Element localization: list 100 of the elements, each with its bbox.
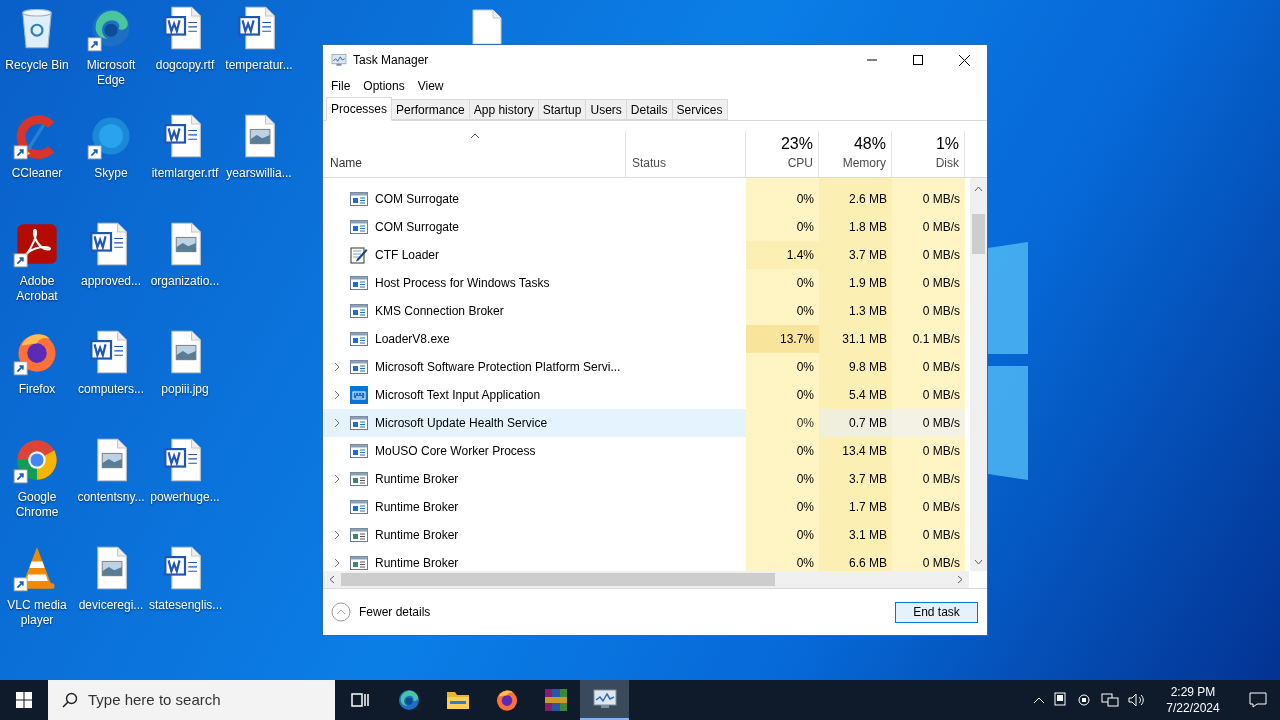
desktop-icon-label[interactable]: Microsoft Edge bbox=[75, 58, 147, 88]
table-cell: 0% bbox=[746, 409, 819, 437]
scroll-thumb[interactable] bbox=[972, 214, 985, 254]
table-cell: 0% bbox=[746, 493, 819, 521]
process-name: Microsoft Text Input Application bbox=[375, 387, 541, 404]
column-header[interactable]: Status bbox=[632, 154, 745, 172]
table-cell: 0.1 MB/s bbox=[892, 325, 965, 353]
tab[interactable]: Processes bbox=[326, 97, 393, 121]
search-field[interactable]: Type here to search bbox=[48, 680, 335, 720]
window-icon bbox=[350, 331, 368, 347]
window-icon bbox=[350, 359, 368, 375]
tab[interactable]: Users bbox=[586, 99, 627, 120]
process-row[interactable]: Runtime Broker 0% 1.7 MB 0 MB/s bbox=[323, 493, 969, 521]
clock[interactable]: 2:29 PM 7/22/2024 bbox=[1153, 684, 1233, 716]
desktop-icon-label[interactable]: statesenglis... bbox=[149, 598, 221, 613]
column-header[interactable]: Name bbox=[330, 154, 625, 172]
process-name: COM Surrogate bbox=[375, 191, 460, 208]
desktop-icon-label[interactable]: powerhuge... bbox=[149, 490, 221, 505]
sort-caret-icon bbox=[470, 133, 480, 139]
window-icon bbox=[350, 499, 368, 515]
notepad-pencil-icon bbox=[350, 246, 368, 264]
process-name: KMS Connection Broker bbox=[375, 303, 504, 320]
menu-item[interactable]: Options bbox=[358, 77, 410, 95]
fewer-details-button[interactable]: Fewer details bbox=[331, 602, 431, 622]
desktop-icon-label[interactable]: VLC media player bbox=[1, 598, 73, 628]
table-cell: 0% bbox=[746, 297, 819, 325]
desktop-icon-label[interactable]: computers... bbox=[75, 382, 147, 397]
search-input[interactable]: Type here to search bbox=[88, 688, 318, 712]
table-cell: 2.6 MB bbox=[819, 185, 892, 213]
usage-percent: 1% bbox=[935, 134, 959, 154]
column-header[interactable]: Disk bbox=[935, 154, 959, 172]
tab[interactable]: App history bbox=[469, 99, 539, 120]
desktop-icon-label[interactable]: itemlarger.rtf bbox=[149, 166, 221, 181]
desktop-icon-label[interactable]: contentsny... bbox=[75, 490, 147, 505]
process-row[interactable]: Runtime Broker 0% 3.1 MB 0 MB/s bbox=[323, 521, 969, 549]
process-row[interactable]: KMS Connection Broker 0% 1.3 MB 0 MB/s bbox=[323, 297, 969, 325]
table-cell: 3.1 MB bbox=[819, 521, 892, 549]
menu-item[interactable]: View bbox=[412, 77, 449, 95]
device-icon[interactable] bbox=[1053, 692, 1067, 708]
column-header[interactable]: Memory bbox=[842, 154, 886, 172]
table-cell: 13.7% bbox=[746, 325, 819, 353]
window-icon bbox=[350, 219, 368, 235]
desktop-icon-label[interactable]: popiii.jpg bbox=[149, 382, 221, 397]
process-row[interactable]: Runtime Broker 0% 3.7 MB 0 MB/s bbox=[323, 465, 969, 493]
network-icon[interactable] bbox=[1101, 692, 1119, 708]
desktop-icon-label[interactable]: Recycle Bin bbox=[1, 58, 73, 73]
vertical-scrollbar[interactable] bbox=[970, 178, 987, 571]
expand-chevron-icon[interactable] bbox=[333, 474, 340, 484]
table-cell: 0% bbox=[746, 269, 819, 297]
table-cell: 0 MB/s bbox=[892, 493, 965, 521]
tab[interactable]: Details bbox=[626, 99, 673, 120]
desktop-icon-label[interactable]: Google Chrome bbox=[1, 490, 73, 520]
task-manager-icon bbox=[592, 688, 617, 710]
process-row[interactable]: Microsoft Software Protection Platform Servi... 0% 9.8 MB 0 MB/s bbox=[323, 353, 969, 381]
taskbar-app-button[interactable] bbox=[580, 680, 629, 720]
expand-chevron-icon[interactable] bbox=[333, 418, 340, 428]
speaker-icon[interactable] bbox=[1127, 692, 1145, 708]
table-cell: 0 MB/s bbox=[892, 381, 965, 409]
desktop-icon-label[interactable]: CCleaner bbox=[1, 166, 73, 181]
process-row[interactable]: LoaderV8.exe 13.7% 31.1 MB 0.1 MB/s bbox=[323, 325, 969, 353]
end-task-button[interactable]: End task bbox=[895, 601, 978, 623]
table-cell: 31.1 MB bbox=[819, 325, 892, 353]
desktop-icon-label[interactable]: organizatio... bbox=[149, 274, 221, 289]
tab[interactable]: Performance bbox=[392, 99, 470, 120]
table-cell: 0 MB/s bbox=[892, 297, 965, 325]
process-row[interactable]: MoUSO Core Worker Process 0% 13.4 MB 0 MB/s bbox=[323, 437, 969, 465]
process-name: CTF Loader bbox=[375, 247, 440, 264]
menu-item[interactable]: File bbox=[326, 77, 356, 95]
desktop-icon-label[interactable]: Skype bbox=[75, 166, 147, 181]
table-cell: 9.8 MB bbox=[819, 353, 892, 381]
table-cell: 0% bbox=[746, 213, 819, 241]
process-row[interactable]: COM Surrogate 0% 1.8 MB 0 MB/s bbox=[323, 213, 969, 241]
column-header[interactable]: CPU bbox=[787, 154, 813, 172]
usage-percent: 48% bbox=[853, 134, 886, 154]
chevron-up-icon[interactable] bbox=[1033, 696, 1045, 704]
tab[interactable]: Services bbox=[672, 99, 728, 120]
process-row[interactable]: COM Surrogate 0% 2.6 MB 0 MB/s bbox=[323, 185, 969, 213]
maximize-icon bbox=[913, 55, 923, 65]
tab[interactable]: Startup bbox=[538, 99, 587, 120]
expand-chevron-icon[interactable] bbox=[333, 558, 340, 568]
table-cell: 0% bbox=[746, 353, 819, 381]
desktop-icon-label[interactable]: Firefox bbox=[1, 382, 73, 397]
process-name: Host Process for Windows Tasks bbox=[375, 275, 550, 292]
table-cell: 0 MB/s bbox=[892, 521, 965, 549]
expand-chevron-icon[interactable] bbox=[333, 530, 340, 540]
desktop-icon-label[interactable]: Adobe Acrobat bbox=[1, 274, 73, 304]
process-row[interactable]: Host Process for Windows Tasks 0% 1.9 MB 0 MB/s bbox=[323, 269, 969, 297]
process-row[interactable]: Microsoft Text Input Application 0% 5.4 MB 0 MB/s bbox=[323, 381, 969, 409]
expand-chevron-icon[interactable] bbox=[333, 362, 340, 372]
desktop-icon-label[interactable]: temperatur... bbox=[223, 58, 295, 73]
desktop-icon-label[interactable]: deviceregi... bbox=[75, 598, 147, 613]
scroll-thumb[interactable] bbox=[341, 573, 775, 586]
process-row[interactable]: CTF Loader 1.4% 3.7 MB 0 MB/s bbox=[323, 241, 969, 269]
desktop-icon-label[interactable]: approved... bbox=[75, 274, 147, 289]
horizontal-scrollbar[interactable] bbox=[323, 571, 969, 588]
expand-chevron-icon[interactable] bbox=[333, 390, 340, 400]
desktop-icon-label[interactable]: yearswillia... bbox=[223, 166, 295, 181]
desktop-icon-label[interactable]: dogcopy.rtf bbox=[149, 58, 221, 73]
device-icon[interactable] bbox=[1077, 692, 1091, 708]
table-cell: 13.4 MB bbox=[819, 437, 892, 465]
